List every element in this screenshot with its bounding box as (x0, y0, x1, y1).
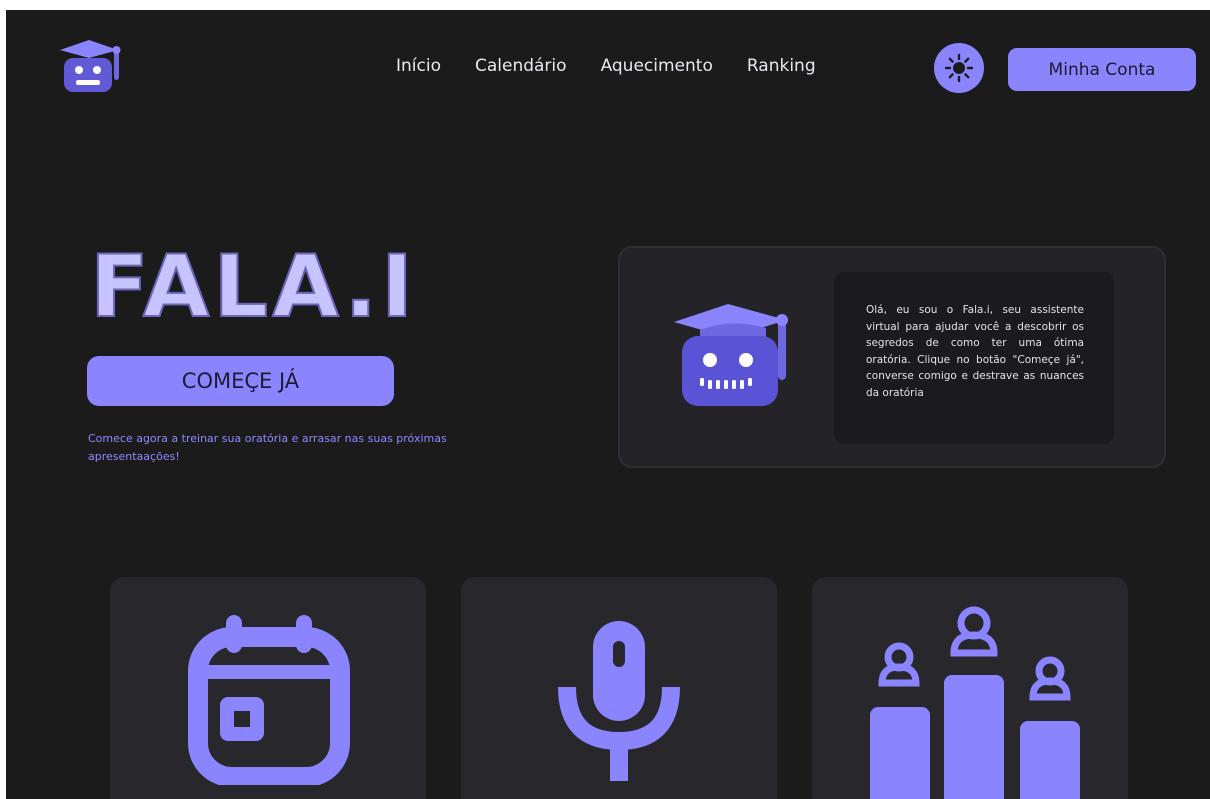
nav-calendario[interactable]: Calendário (475, 56, 567, 76)
main-nav: Início Calendário Aquecimento Ranking (396, 56, 816, 76)
ranking-card[interactable] (812, 577, 1128, 799)
robot-graduate-icon (674, 304, 788, 406)
intro-message: Olá, eu sou o Fala.i, seu assistente vir… (866, 304, 1084, 399)
microphone-icon (558, 621, 680, 781)
theme-toggle-button[interactable] (934, 43, 984, 93)
start-button[interactable]: COMEÇE JÁ (87, 356, 394, 406)
hero-tagline: Comece agora a treinar sua oratória e ar… (88, 432, 447, 463)
speech-bubble: Olá, eu sou o Fala.i, seu assistente vir… (834, 272, 1114, 444)
ranking-podium-icon (870, 606, 1080, 799)
calendar-icon (188, 615, 350, 785)
nav-ranking[interactable]: Ranking (747, 56, 816, 76)
account-button[interactable]: Minha Conta (1008, 48, 1196, 91)
app-frame: Início Calendário Aquecimento Ranking Mi… (6, 10, 1210, 799)
intro-card: Olá, eu sou o Fala.i, seu assistente vir… (618, 246, 1166, 468)
warmup-card[interactable] (461, 577, 777, 799)
brand-title: FALA.I (89, 237, 418, 337)
calendar-card[interactable] (110, 577, 426, 799)
robot-graduate-logo-icon[interactable] (54, 36, 124, 94)
sun-icon (944, 53, 974, 83)
nav-aquecimento[interactable]: Aquecimento (601, 56, 713, 76)
nav-inicio[interactable]: Início (396, 56, 441, 76)
